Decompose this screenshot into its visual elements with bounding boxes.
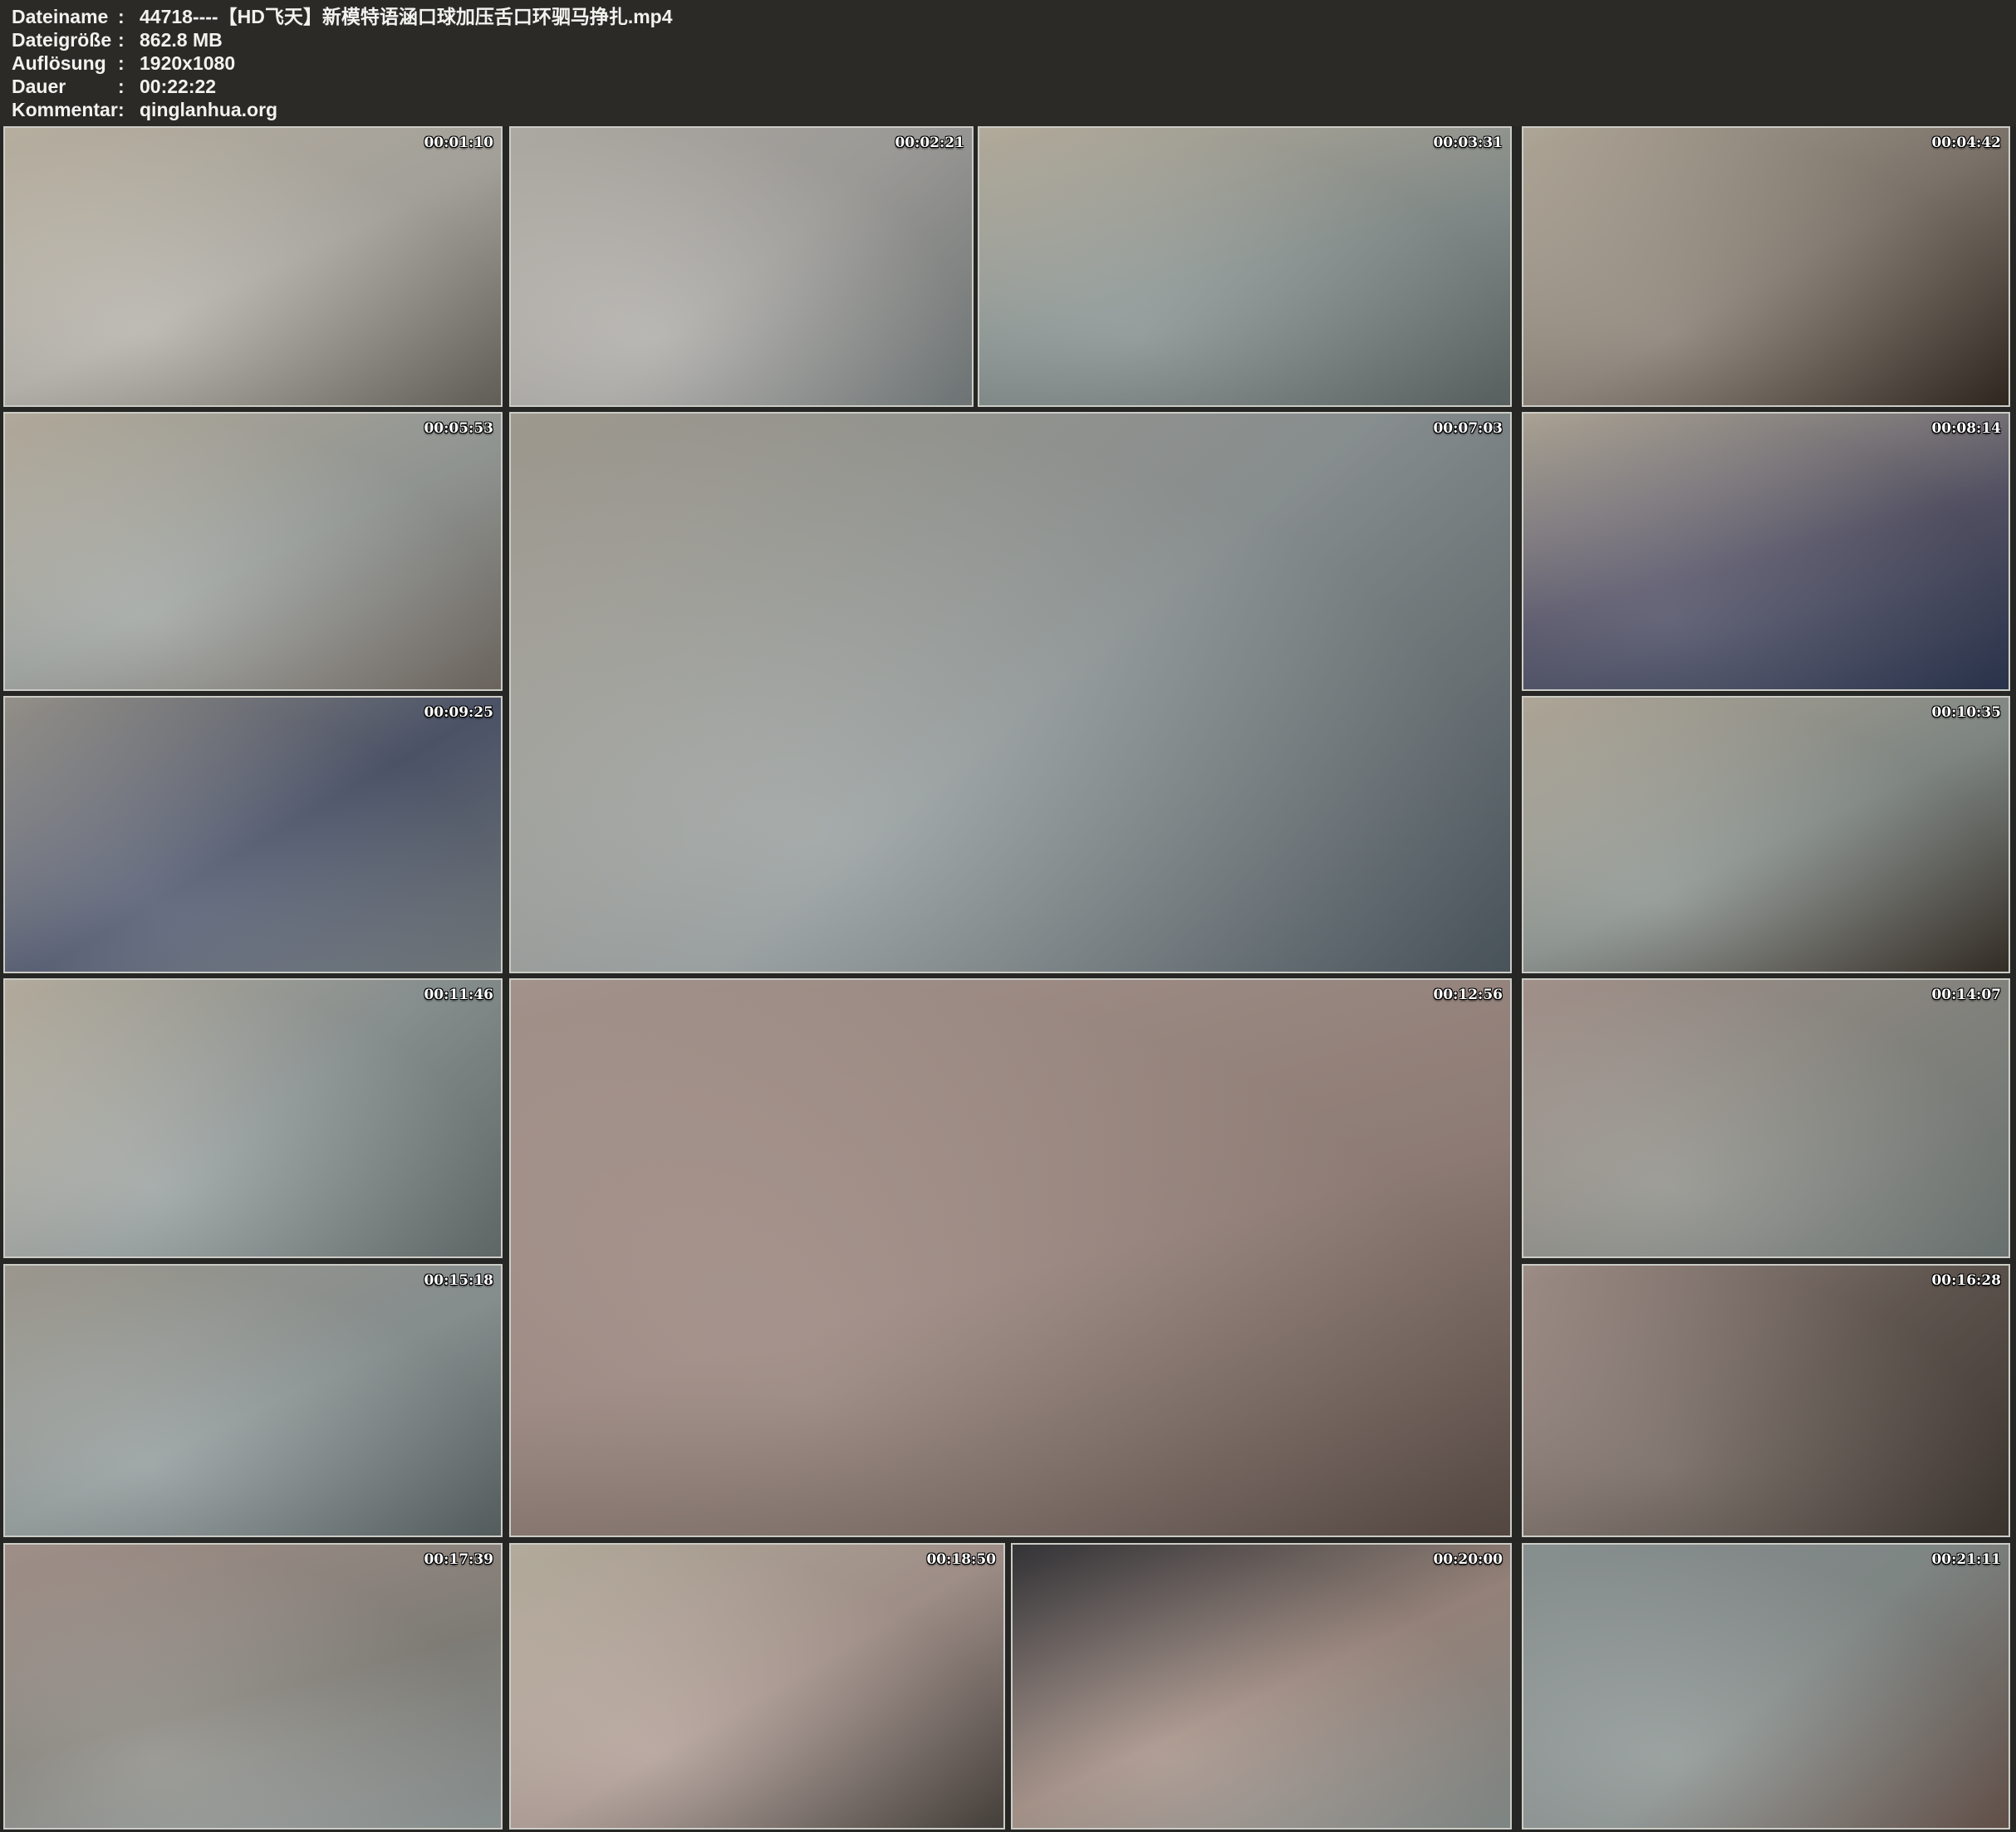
file-info-row: Dateigröße:862.8 MB bbox=[0, 28, 2016, 51]
thumbnail-placeholder bbox=[979, 128, 1510, 405]
video-thumbnail-tile: 00:17:39 bbox=[3, 1543, 503, 1830]
video-thumbnail-tile: 00:18:50 bbox=[509, 1543, 1005, 1830]
timestamp-overlay: 00:14:07 bbox=[1931, 987, 2001, 1003]
thumbnail-placeholder bbox=[5, 128, 501, 405]
thumbnail-placeholder bbox=[5, 1545, 501, 1828]
filesize-value: 862.8 MB bbox=[140, 28, 223, 51]
timestamp-overlay: 00:01:10 bbox=[424, 135, 493, 151]
timestamp-overlay: 00:08:14 bbox=[1931, 420, 2001, 437]
video-thumbnail-tile: 00:20:00 bbox=[1011, 1543, 1512, 1830]
timestamp-overlay: 00:07:03 bbox=[1433, 420, 1503, 437]
thumbnail-placeholder bbox=[511, 980, 1510, 1536]
timestamp-overlay: 00:11:46 bbox=[424, 987, 493, 1003]
video-thumbnail-tile: 00:10:35 bbox=[1522, 696, 2010, 973]
thumbnail-placeholder bbox=[1523, 414, 2009, 689]
video-thumbnail-tile: 00:08:14 bbox=[1522, 412, 2010, 691]
file-info-row: Auflösung:1920x1080 bbox=[0, 51, 2016, 75]
video-thumbnail-tile: 00:03:31 bbox=[978, 126, 1512, 407]
thumbnail-placeholder bbox=[1523, 1545, 2009, 1828]
video-thumbnail-tile: 00:12:56 bbox=[509, 978, 1512, 1537]
thumbnail-placeholder bbox=[511, 414, 1510, 972]
timestamp-overlay: 00:12:56 bbox=[1433, 987, 1503, 1003]
file-info-row: Kommentar: qinglanhua.org bbox=[0, 98, 2016, 121]
timestamp-overlay: 00:10:35 bbox=[1931, 704, 2001, 721]
field-label: Dauer bbox=[12, 75, 118, 98]
video-thumbnail-tile: 00:21:11 bbox=[1522, 1543, 2010, 1830]
thumbnail-placeholder bbox=[1523, 128, 2009, 405]
field-colon: : bbox=[118, 51, 131, 75]
thumbnail-placeholder bbox=[1523, 980, 2009, 1256]
thumbnail-placeholder bbox=[5, 980, 501, 1256]
field-colon: : bbox=[118, 5, 131, 28]
video-thumbnail-tile: 00:01:10 bbox=[3, 126, 503, 407]
video-thumbnail-tile: 00:16:28 bbox=[1522, 1264, 2010, 1537]
thumbnail-placeholder bbox=[511, 1545, 1003, 1828]
timestamp-overlay: 00:16:28 bbox=[1931, 1272, 2001, 1289]
contact-sheet: Dateiname:44718----【HD飞天】新模特语涵口球加压舌口环驷马挣… bbox=[0, 0, 2016, 1832]
video-thumbnail-tile: 00:14:07 bbox=[1522, 978, 2010, 1258]
field-colon: : bbox=[118, 98, 131, 121]
timestamp-overlay: 00:21:11 bbox=[1931, 1551, 2001, 1568]
thumbnail-placeholder bbox=[511, 128, 972, 405]
field-label: Dateigröße bbox=[12, 28, 118, 51]
timestamp-overlay: 00:09:25 bbox=[424, 704, 493, 721]
timestamp-overlay: 00:18:50 bbox=[926, 1551, 996, 1568]
filename-value: 44718----【HD飞天】新模特语涵口球加压舌口环驷马挣扎.mp4 bbox=[140, 5, 673, 28]
file-info-row: Dateiname:44718----【HD飞天】新模特语涵口球加压舌口环驷马挣… bbox=[0, 5, 2016, 28]
timestamp-overlay: 00:05:53 bbox=[424, 420, 493, 437]
field-label: Kommentar bbox=[12, 98, 118, 121]
comment-value: qinglanhua.org bbox=[140, 98, 277, 121]
thumbnail-placeholder bbox=[5, 698, 501, 972]
thumbnail-placeholder bbox=[1523, 698, 2009, 972]
file-info-header: Dateiname:44718----【HD飞天】新模特语涵口球加压舌口环驷马挣… bbox=[0, 0, 2016, 126]
field-label: Dateiname bbox=[12, 5, 118, 28]
video-thumbnail-tile: 00:07:03 bbox=[509, 412, 1512, 973]
timestamp-overlay: 00:02:21 bbox=[895, 135, 964, 151]
timestamp-overlay: 00:15:18 bbox=[424, 1272, 493, 1289]
thumbnail-placeholder bbox=[5, 1266, 501, 1536]
timestamp-overlay: 00:20:00 bbox=[1433, 1551, 1503, 1568]
field-colon: : bbox=[118, 75, 131, 98]
duration-value: 00:22:22 bbox=[140, 75, 216, 98]
video-thumbnail-tile: 00:02:21 bbox=[509, 126, 974, 407]
video-thumbnail-tile: 00:15:18 bbox=[3, 1264, 503, 1537]
thumbnail-placeholder bbox=[1523, 1266, 2009, 1536]
video-thumbnail-tile: 00:09:25 bbox=[3, 696, 503, 973]
resolution-value: 1920x1080 bbox=[140, 51, 235, 75]
timestamp-overlay: 00:04:42 bbox=[1931, 135, 2001, 151]
file-info-row: Dauer:00:22:22 bbox=[0, 75, 2016, 98]
thumbnail-placeholder bbox=[5, 414, 501, 689]
video-thumbnail-tile: 00:05:53 bbox=[3, 412, 503, 691]
video-thumbnail-tile: 00:04:42 bbox=[1522, 126, 2010, 407]
thumbnail-placeholder bbox=[1013, 1545, 1510, 1828]
timestamp-overlay: 00:17:39 bbox=[424, 1551, 493, 1568]
timestamp-overlay: 00:03:31 bbox=[1433, 135, 1503, 151]
field-label: Auflösung bbox=[12, 51, 118, 75]
video-thumbnail-tile: 00:11:46 bbox=[3, 978, 503, 1258]
field-colon: : bbox=[118, 28, 131, 51]
